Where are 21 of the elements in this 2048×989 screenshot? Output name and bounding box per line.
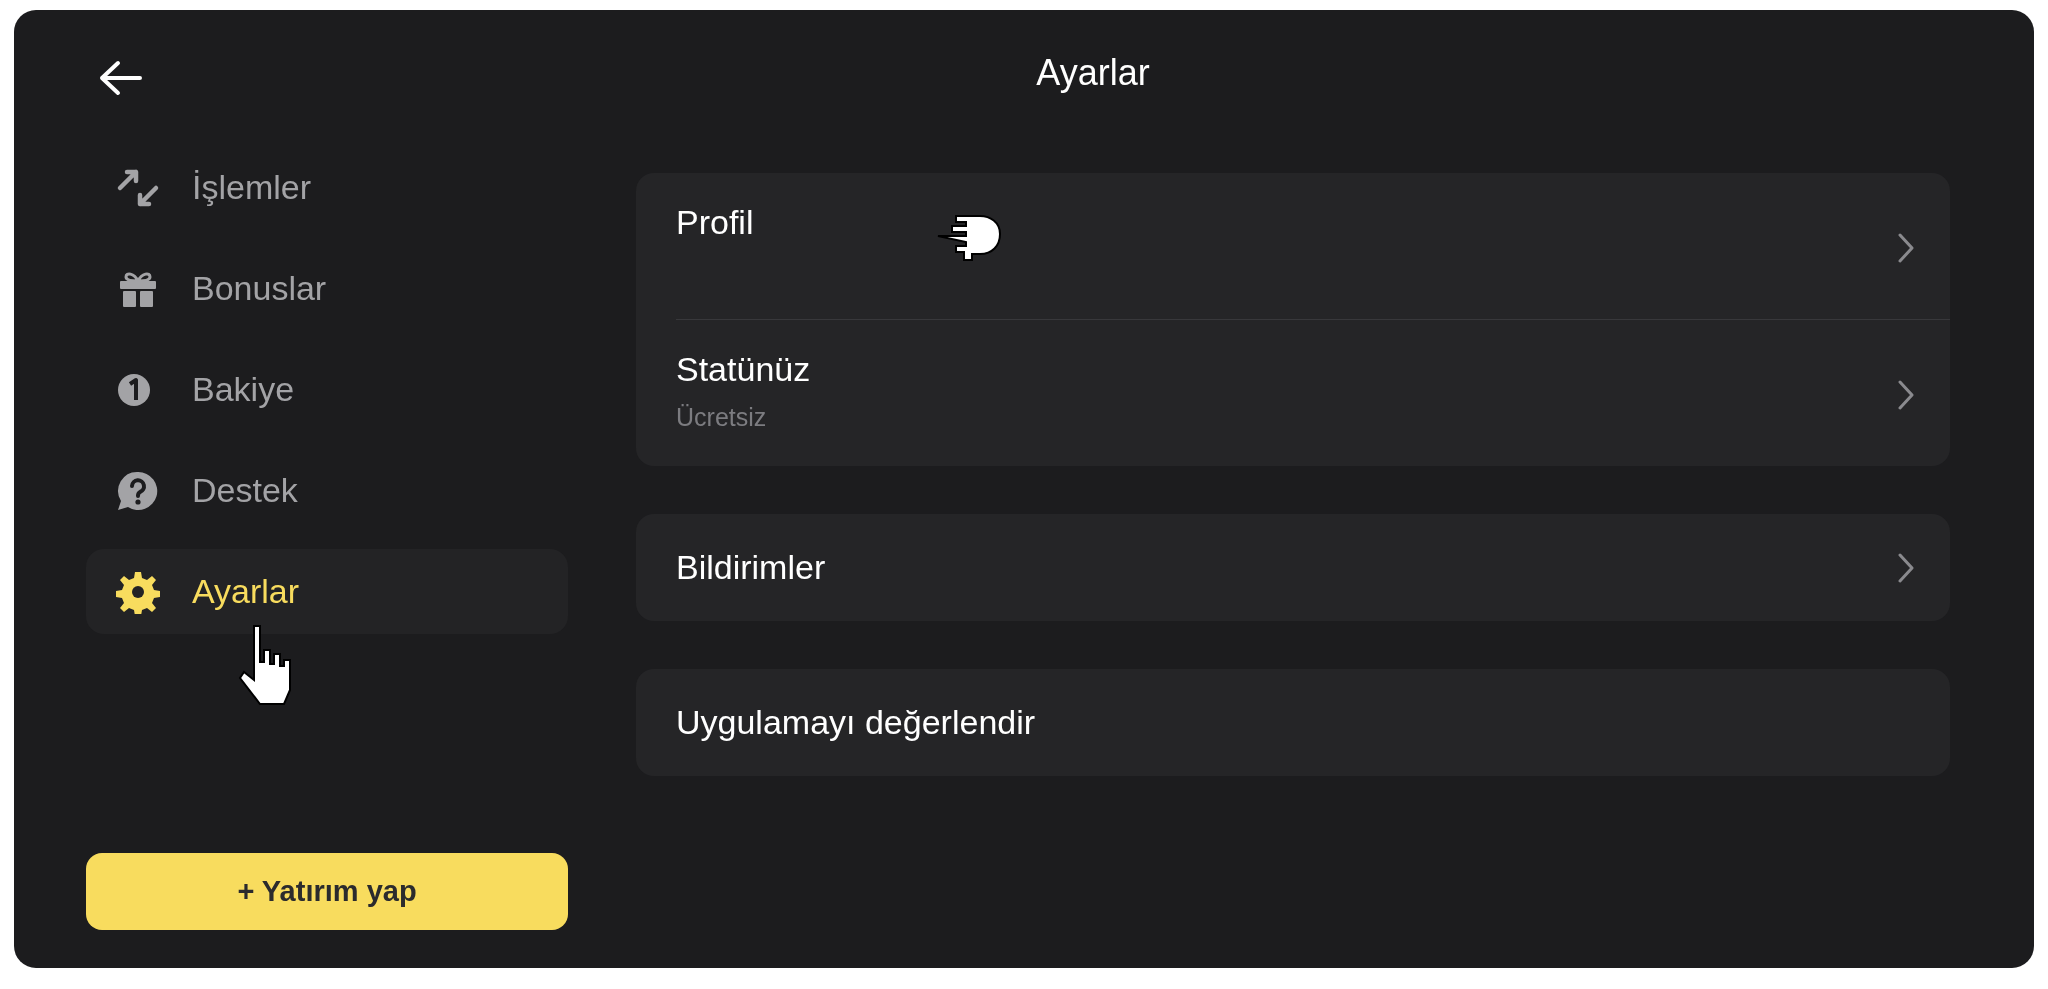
chevron-icon — [1898, 552, 1914, 583]
deposit-button[interactable]: + Yatırım yap — [86, 853, 568, 930]
row-title: Uygulamayı değerlendir — [676, 703, 1036, 742]
settings-row[interactable]: Bildirimler — [676, 514, 1950, 621]
sidebar-item[interactable]: Destek — [86, 448, 568, 533]
sidebar-item[interactable]: Bonuslar — [86, 246, 568, 331]
chevron-icon — [1898, 233, 1914, 263]
row-title: Statünüz — [676, 350, 811, 389]
back-arrow-icon[interactable] — [98, 60, 142, 96]
row-title: Profil — [676, 203, 754, 242]
settings-row[interactable]: Uygulamayı değerlendir — [676, 669, 1950, 776]
row-subtitle: Ücretsiz — [676, 403, 768, 432]
chevron-icon — [1898, 380, 1914, 410]
sidebar-item[interactable]: Bakiye — [86, 347, 568, 432]
sidebar-item[interactable]: Ayarlar — [86, 549, 568, 634]
settings-row[interactable]: Profil — [676, 173, 1950, 319]
page-title: Ayarlar — [1036, 51, 1150, 94]
gear-icon — [116, 569, 160, 614]
sidebar-item[interactable]: İşlemler — [86, 145, 568, 230]
settings-row[interactable]: Statünüz Ücretsiz — [676, 319, 1950, 466]
row-title: Bildirimler — [676, 548, 826, 587]
